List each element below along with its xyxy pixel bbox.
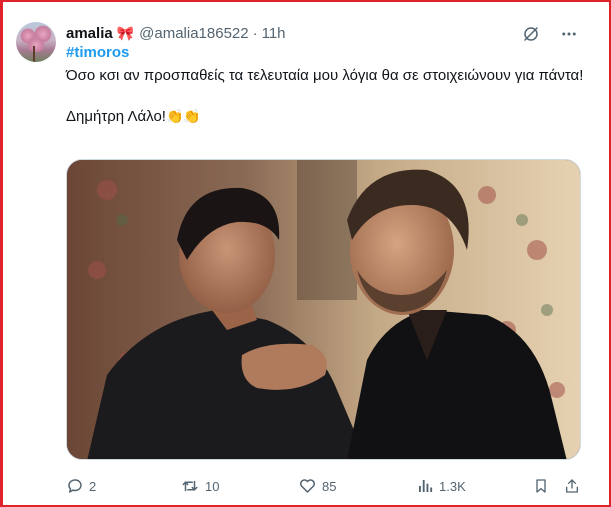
- photo-two-men: [67, 160, 580, 459]
- repost-icon: [180, 477, 200, 495]
- author-handle[interactable]: @amalia186522: [139, 25, 248, 42]
- timestamp[interactable]: 11h: [262, 25, 286, 42]
- share-button[interactable]: [564, 476, 580, 496]
- bookmark-button[interactable]: [533, 476, 549, 496]
- tweet-text-line1: Όσο κσι αν προσπαθείς τα τελευταία μου λ…: [66, 67, 584, 84]
- hashtag-link[interactable]: #timoros: [66, 43, 129, 63]
- repost-count: 10: [205, 478, 220, 494]
- avatar[interactable]: [16, 22, 56, 62]
- heart-icon: [298, 477, 317, 495]
- views-button[interactable]: 1.3K: [416, 476, 466, 496]
- like-count: 85: [322, 478, 337, 494]
- like-button[interactable]: 85: [298, 476, 336, 496]
- tweet-card[interactable]: amalia 🎀 @amalia186522 · 11h #timoros Όσ…: [0, 0, 611, 507]
- more-icon[interactable]: [559, 24, 579, 44]
- clap-emoji: 👏👏: [165, 108, 201, 124]
- tweet-text: Όσο κσι αν προσπαθείς τα τελευταία μου λ…: [66, 66, 586, 127]
- views-icon: [416, 477, 434, 495]
- reply-button[interactable]: 2: [66, 476, 96, 496]
- reply-count: 2: [89, 478, 97, 494]
- action-bar: 2 10 85 1.3K: [66, 476, 586, 496]
- reply-icon: [66, 477, 84, 495]
- top-icons: [521, 24, 579, 44]
- tweet-text-line2: Δημήτρη Λάλο!👏👏: [66, 106, 586, 127]
- tweet-text-name: Δημήτρη Λάλο!: [66, 108, 166, 125]
- share-icon: [564, 477, 580, 495]
- grok-icon[interactable]: [521, 24, 541, 44]
- bookmark-icon: [533, 477, 549, 495]
- repost-button[interactable]: 10: [180, 476, 219, 496]
- tweet-header: amalia 🎀 @amalia186522 · 11h: [66, 23, 286, 43]
- bow-emoji: 🎀: [116, 25, 135, 41]
- author-name[interactable]: amalia: [66, 25, 113, 42]
- tweet-image[interactable]: [66, 159, 581, 460]
- separator-dot: ·: [252, 24, 258, 42]
- views-count: 1.3K: [439, 478, 466, 494]
